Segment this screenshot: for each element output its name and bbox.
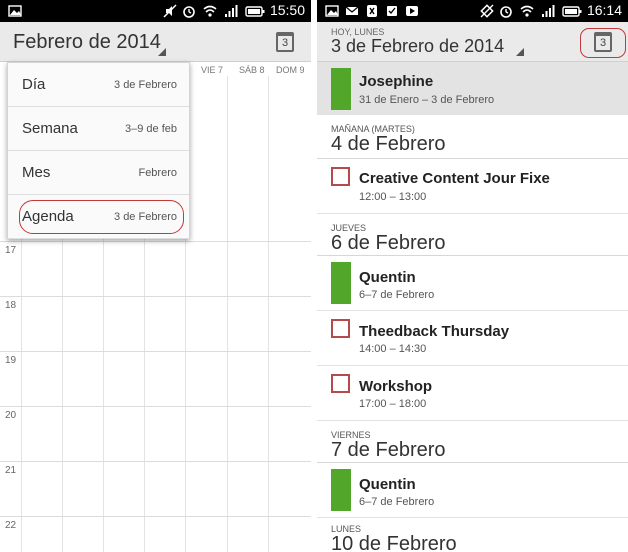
event-title: Josephine <box>359 73 434 90</box>
rotation-lock-icon <box>480 4 494 18</box>
day-header: MAÑANA (MARTES) 4 de Febrero <box>317 115 628 159</box>
agenda-event[interactable]: Josephine 31 de Enero – 3 de Febrero <box>317 62 628 115</box>
event-color-bar <box>331 262 351 304</box>
agenda-event[interactable]: Workshop 17:00 – 18:00 <box>317 366 628 421</box>
event-title: Workshop <box>359 378 433 395</box>
event-time: 12:00 – 13:00 <box>359 191 427 203</box>
signal-icon <box>225 5 238 17</box>
event-title: Quentin <box>359 269 416 286</box>
mute-icon <box>163 4 177 18</box>
day-header-sat[interactable]: SÁB 8 <box>239 65 265 75</box>
event-color-bar <box>331 469 351 511</box>
gallery-notification-icon <box>8 5 22 17</box>
hour-label: 19 <box>5 355 17 366</box>
menu-item-week[interactable]: Semana 3–9 de feb <box>8 107 189 151</box>
event-time: 6–7 de Febrero <box>359 289 435 301</box>
day-header: LUNES 10 de Febrero <box>317 518 628 552</box>
today-highlight-annotation <box>580 28 626 58</box>
day-header: VIERNES 7 de Febrero <box>317 421 628 463</box>
task-notification-icon <box>387 6 397 16</box>
action-bar: Febrero de 2014 3 <box>0 22 311 62</box>
day-header-date: 6 de Febrero <box>331 232 446 254</box>
menu-item-label: Semana <box>22 120 78 137</box>
hour-label: 20 <box>5 410 17 421</box>
hour-label: 21 <box>5 465 17 476</box>
status-bar: 16:14 <box>317 0 628 22</box>
signal-icon <box>542 5 555 17</box>
app-notification-icon <box>367 5 377 17</box>
event-time: 17:00 – 18:00 <box>359 398 427 410</box>
menu-item-label: Día <box>22 76 46 93</box>
agenda-event[interactable]: Quentin 6–7 de Febrero <box>317 463 628 518</box>
agenda-list: Josephine 31 de Enero – 3 de Febrero MAÑ… <box>317 62 628 552</box>
right-screen: 16:14 HOY, LUNES 3 de Febrero de 2014 3 … <box>317 0 628 552</box>
hour-label: 18 <box>5 300 17 311</box>
day-header-sun[interactable]: DOM 9 <box>276 65 305 75</box>
day-header-date: 4 de Febrero <box>331 133 446 155</box>
day-header-date: 10 de Febrero <box>331 533 457 552</box>
menu-item-label: Mes <box>22 164 51 181</box>
left-screen: 15:50 Febrero de 2014 3 VIE 7 SÁB 8 DOM … <box>0 0 311 552</box>
day-header-date: 7 de Febrero <box>331 439 446 461</box>
battery-icon <box>245 6 265 17</box>
today-calendar-icon[interactable]: 3 <box>276 32 294 52</box>
hour-label: 17 <box>5 245 17 256</box>
battery-icon <box>562 6 582 17</box>
view-mode-menu: Día 3 de Febrero Semana 3–9 de feb Mes F… <box>7 62 190 239</box>
menu-item-value: 3 de Febrero <box>114 79 177 91</box>
dropdown-caret-icon[interactable] <box>158 48 166 56</box>
menu-item-value: Febrero <box>138 167 177 179</box>
event-color-bar <box>331 68 351 110</box>
day-header-fri[interactable]: VIE 7 <box>201 65 223 75</box>
day-header: JUEVES 6 de Febrero <box>317 214 628 256</box>
view-switcher-title[interactable]: 3 de Febrero de 2014 <box>331 36 504 57</box>
event-title: Theedback Thursday <box>359 323 510 340</box>
menu-item-month[interactable]: Mes Febrero <box>8 151 189 195</box>
event-checkbox <box>331 374 350 393</box>
agenda-event[interactable]: Creative Content Jour Fixe 12:00 – 13:00 <box>317 159 628 214</box>
agenda-event[interactable]: Theedback Thursday 14:00 – 14:30 <box>317 311 628 366</box>
menu-item-day[interactable]: Día 3 de Febrero <box>8 63 189 107</box>
wifi-icon <box>520 5 534 17</box>
agenda-highlight-annotation <box>19 200 184 234</box>
dropdown-caret-icon[interactable] <box>516 48 524 56</box>
video-notification-icon <box>406 6 418 16</box>
clock-time: 15:50 <box>269 2 305 18</box>
hour-label: 22 <box>5 520 17 531</box>
event-checkbox <box>331 319 350 338</box>
event-checkbox <box>331 167 350 186</box>
mail-icon <box>345 6 359 15</box>
status-bar: 15:50 <box>0 0 311 22</box>
alarm-icon <box>500 6 512 18</box>
event-time: 6–7 de Febrero <box>359 496 435 508</box>
gallery-notification-icon <box>325 5 339 17</box>
view-switcher-title[interactable]: Febrero de 2014 <box>13 31 161 54</box>
menu-item-value: 3–9 de feb <box>125 123 177 135</box>
clock-time: 16:14 <box>586 2 622 18</box>
event-time: 31 de Enero – 3 de Febrero <box>359 94 495 106</box>
agenda-event[interactable]: Quentin 6–7 de Febrero <box>317 256 628 311</box>
action-bar: HOY, LUNES 3 de Febrero de 2014 3 <box>317 22 628 62</box>
event-time: 14:00 – 14:30 <box>359 343 427 355</box>
event-title: Quentin <box>359 476 416 493</box>
alarm-icon <box>183 6 195 18</box>
wifi-icon <box>203 5 217 17</box>
event-title: Creative Content Jour Fixe <box>359 170 550 187</box>
